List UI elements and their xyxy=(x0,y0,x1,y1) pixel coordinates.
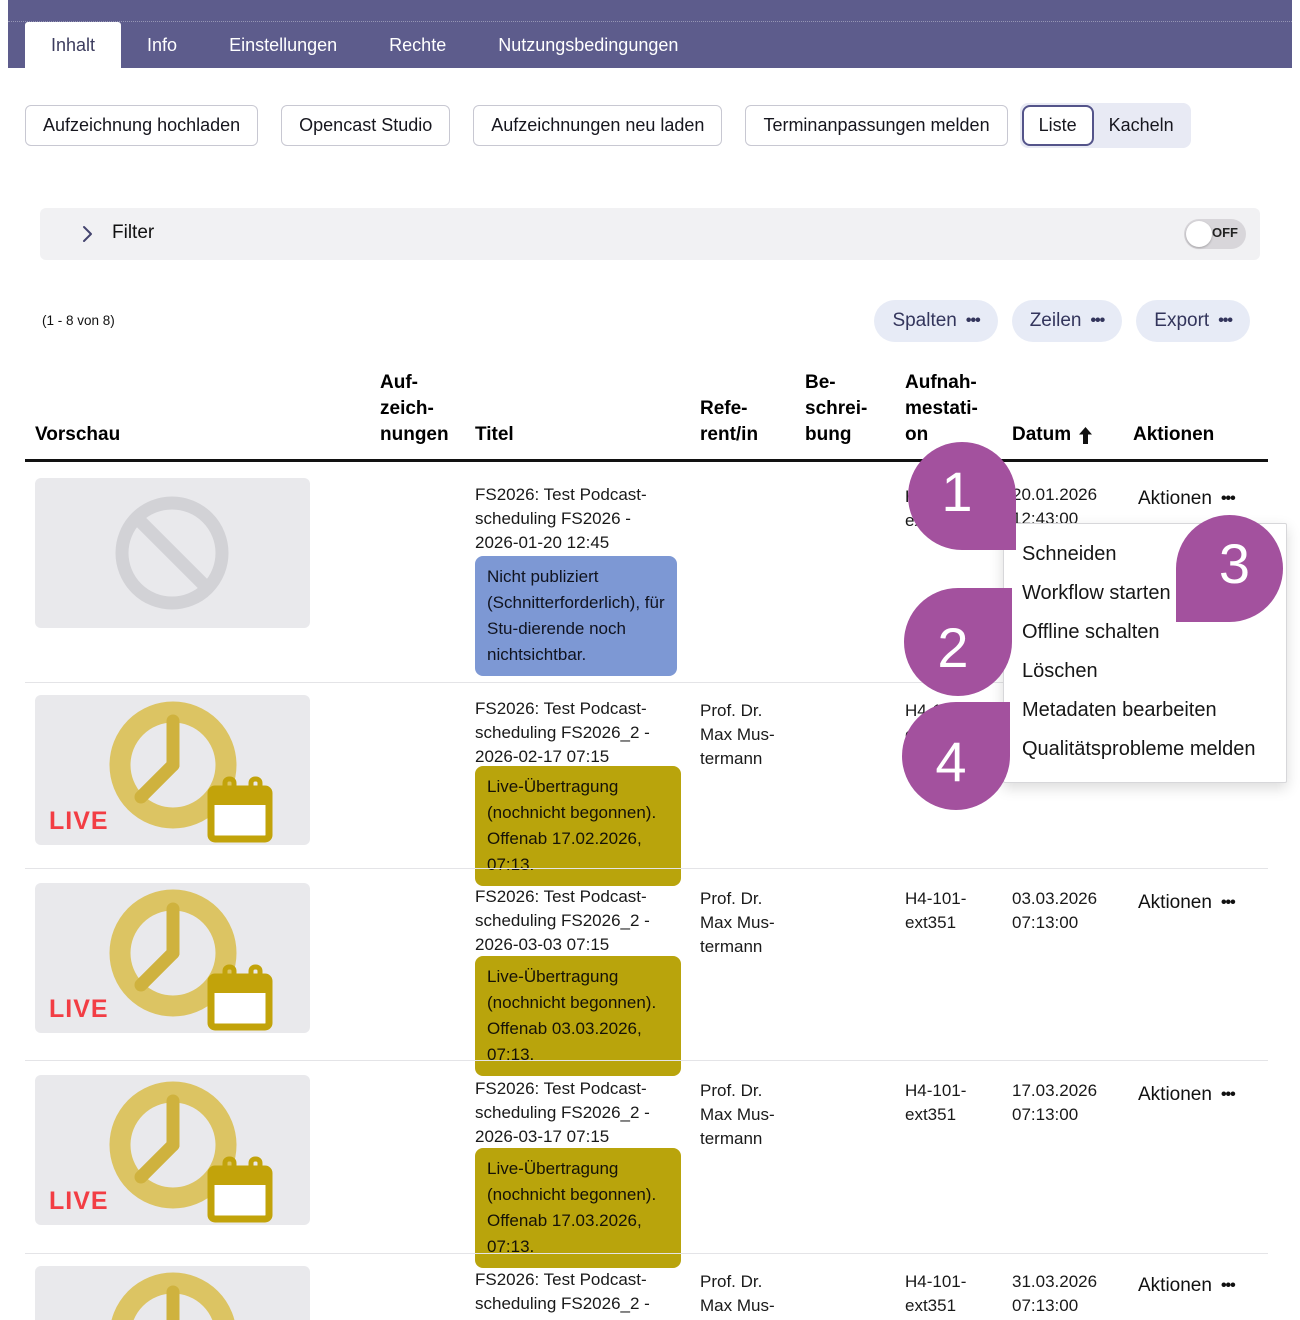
view-option-liste[interactable]: Liste xyxy=(1022,105,1094,146)
live-badge: LIVE xyxy=(49,1187,109,1216)
col-header-titel: Titel xyxy=(475,422,514,448)
preview-thumbnail[interactable]: LIVE xyxy=(35,695,310,845)
callout-marker-2: 2 xyxy=(904,588,1012,696)
referent-cell: Prof. Dr.Max Mus-termann xyxy=(700,1079,775,1151)
rows-button-label: Zeilen xyxy=(1030,310,1082,332)
export-button[interactable]: Export ••• xyxy=(1136,300,1250,342)
tab-info[interactable]: Info xyxy=(121,22,203,68)
callout-marker-3: 3 xyxy=(1176,515,1283,622)
upload-recording-button[interactable]: Aufzeichnung hochladen xyxy=(25,105,258,146)
more-dots-icon: ••• xyxy=(966,312,980,330)
title-cell[interactable]: FS2026: Test Podcast-scheduling FS2026_2… xyxy=(475,885,690,957)
more-dots-icon: ••• xyxy=(1221,894,1235,912)
filter-label: Filter xyxy=(112,222,154,244)
toggle-state-label: OFF xyxy=(1212,225,1238,240)
row-actions-button[interactable]: Aktionen ••• xyxy=(1138,1084,1235,1106)
preview-thumbnail[interactable]: LIVE xyxy=(35,1075,310,1225)
datum-cell: 17.03.202607:13:00 xyxy=(1012,1079,1097,1127)
top-nav: Inhalt Info Einstellungen Rechte Nutzung… xyxy=(8,0,1292,68)
datum-cell: 03.03.202607:13:00 xyxy=(1012,887,1097,935)
col-header-aufnahmestation: Aufnah-mestati-on xyxy=(905,370,978,448)
live-badge: LIVE xyxy=(49,995,109,1024)
columns-button-label: Spalten xyxy=(892,310,956,332)
referent-cell: Prof. Dr.Max Mus-termann xyxy=(700,699,775,771)
tab-rechte[interactable]: Rechte xyxy=(363,22,472,68)
tab-nutzungsbedingungen[interactable]: Nutzungsbedingungen xyxy=(472,22,704,68)
col-header-vorschau: Vorschau xyxy=(35,422,120,448)
opencast-studio-button[interactable]: Opencast Studio xyxy=(281,105,450,146)
row-divider xyxy=(25,1253,1268,1254)
tab-inhalt[interactable]: Inhalt xyxy=(25,22,121,68)
live-badge: LIVE xyxy=(49,807,109,836)
title-cell[interactable]: FS2026: Test Podcast-scheduling FS2026 -… xyxy=(475,483,690,555)
columns-button[interactable]: Spalten ••• xyxy=(874,300,997,342)
menu-item-loeschen[interactable]: Löschen xyxy=(1004,652,1286,691)
row-divider xyxy=(25,868,1268,869)
status-badge: Nicht publiziert (Schnitterforderlich), … xyxy=(475,556,677,676)
callout-marker-4: 4 xyxy=(902,702,1010,810)
menu-item-qualitaetsprobleme-melden[interactable]: Qualitätsprobleme melden xyxy=(1004,730,1286,769)
actions-label: Aktionen xyxy=(1138,892,1212,914)
header-divider xyxy=(25,459,1268,462)
view-option-kacheln[interactable]: Kacheln xyxy=(1094,105,1189,146)
col-header-aktionen: Aktionen xyxy=(1133,422,1214,448)
table-control-pills: Spalten ••• Zeilen ••• Export ••• xyxy=(874,300,1250,342)
station-cell: H4-101-ext351 xyxy=(905,1079,966,1127)
col-header-beschreibung: Be-schrei-bung xyxy=(805,370,867,448)
chevron-right-icon xyxy=(82,225,93,243)
toggle-knob xyxy=(1186,221,1212,247)
actions-label: Aktionen xyxy=(1138,1084,1212,1106)
referent-cell: Prof. Dr.Max Mus-termann xyxy=(700,887,775,959)
actions-label: Aktionen xyxy=(1138,1275,1212,1297)
more-dots-icon: ••• xyxy=(1090,312,1104,330)
not-published-icon xyxy=(35,478,310,628)
row-actions-button[interactable]: Aktionen ••• xyxy=(1138,488,1235,510)
menu-item-metadaten-bearbeiten[interactable]: Metadaten bearbeiten xyxy=(1004,691,1286,730)
rows-button[interactable]: Zeilen ••• xyxy=(1012,300,1123,342)
title-cell[interactable]: FS2026: Test Podcast-scheduling FS2026_2… xyxy=(475,1268,690,1320)
title-cell[interactable]: FS2026: Test Podcast-scheduling FS2026_2… xyxy=(475,697,690,769)
row-actions-button[interactable]: Aktionen ••• xyxy=(1138,892,1235,914)
status-badge: Live-Übertragung (nochnicht begonnen). O… xyxy=(475,956,681,1076)
col-header-aufzeichnungen: Auf-zeich-nungen xyxy=(380,370,449,448)
title-cell[interactable]: FS2026: Test Podcast-scheduling FS2026_2… xyxy=(475,1077,690,1149)
preview-thumbnail[interactable] xyxy=(35,478,310,628)
station-cell: H4-101-ext351 xyxy=(905,887,966,935)
filter-toggle[interactable]: OFF xyxy=(1184,219,1246,249)
export-button-label: Export xyxy=(1154,310,1209,332)
view-switch: Liste Kacheln xyxy=(1020,103,1191,148)
tab-einstellungen[interactable]: Einstellungen xyxy=(203,22,363,68)
sort-up-icon xyxy=(1079,427,1092,444)
preview-thumbnail[interactable]: LIVE xyxy=(35,883,310,1033)
preview-thumbnail[interactable] xyxy=(35,1266,310,1320)
actions-label: Aktionen xyxy=(1138,488,1212,510)
more-dots-icon: ••• xyxy=(1218,312,1232,330)
col-header-datum[interactable]: Datum xyxy=(1012,422,1092,448)
referent-cell: Prof. Dr.Max Mus-termann xyxy=(700,1270,775,1320)
more-dots-icon: ••• xyxy=(1221,1086,1235,1104)
toolbar: Aufzeichnung hochladen Opencast Studio A… xyxy=(25,103,1191,148)
row-divider xyxy=(25,1060,1268,1061)
col-header-referent: Refe-rent/in xyxy=(700,396,758,448)
filter-bar[interactable]: Filter OFF xyxy=(40,208,1260,260)
scheduled-clock-icon xyxy=(35,1266,310,1320)
row-actions-button[interactable]: Aktionen ••• xyxy=(1138,1275,1235,1297)
page: Inhalt Info Einstellungen Rechte Nutzung… xyxy=(0,0,1300,1320)
reload-recordings-button[interactable]: Aufzeichnungen neu laden xyxy=(473,105,722,146)
result-count: (1 - 8 von 8) xyxy=(42,313,115,328)
more-dots-icon: ••• xyxy=(1221,490,1235,508)
tab-row: Inhalt Info Einstellungen Rechte Nutzung… xyxy=(8,21,1292,68)
datum-cell: 31.03.202607:13:00 xyxy=(1012,1270,1097,1318)
station-cell: H4-101-ext351 xyxy=(905,1270,966,1318)
status-badge: Live-Übertragung (nochnicht begonnen). O… xyxy=(475,1148,681,1268)
report-schedule-changes-button[interactable]: Terminanpassungen melden xyxy=(745,105,1007,146)
more-dots-icon: ••• xyxy=(1221,1277,1235,1295)
callout-marker-1: 1 xyxy=(908,442,1016,550)
